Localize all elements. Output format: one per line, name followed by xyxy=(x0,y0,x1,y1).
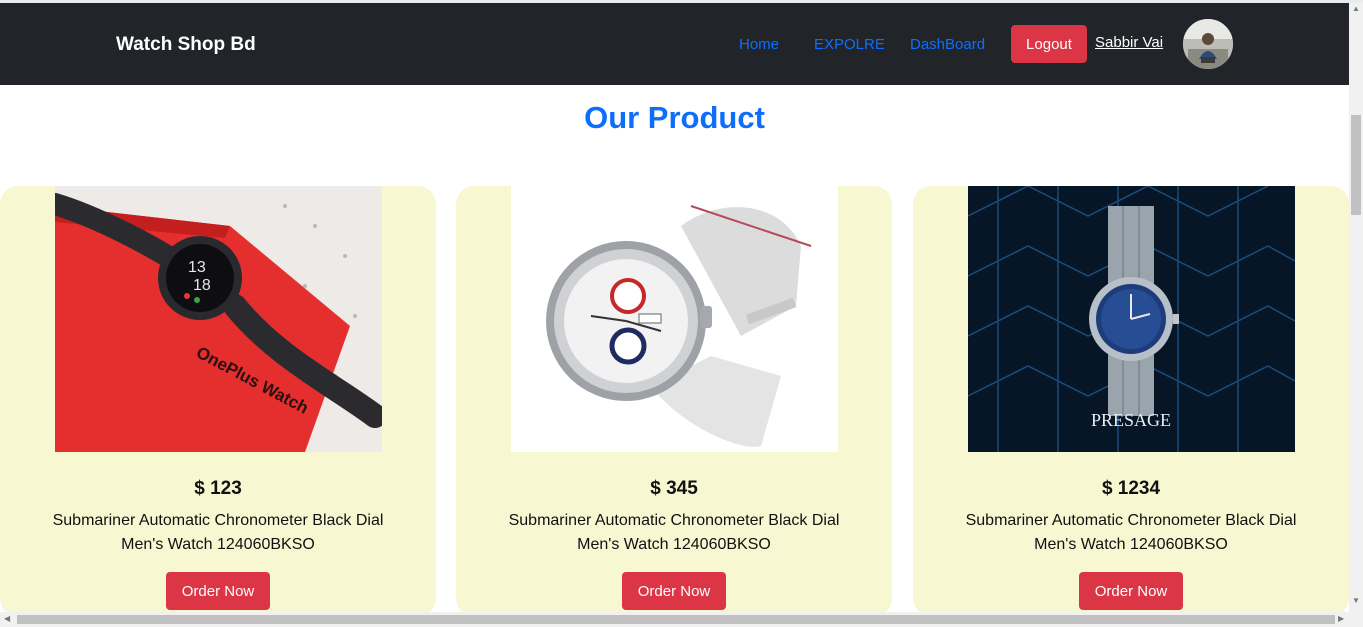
product-card: PRESAGE $ 1234 Submariner Automatic Chro… xyxy=(913,186,1349,616)
svg-text:18: 18 xyxy=(193,277,211,294)
product-description: Submariner Automatic Chronometer Black D… xyxy=(508,512,840,553)
scroll-down-icon[interactable]: ▼ xyxy=(1352,596,1360,605)
order-now-button[interactable]: Order Now xyxy=(1079,572,1183,610)
vertical-scroll-thumb[interactable] xyxy=(1351,115,1361,215)
scroll-right-icon[interactable]: ▶ xyxy=(1338,614,1344,623)
product-image[interactable]: 13 18 OnePlus Watch xyxy=(55,186,382,452)
scroll-up-icon[interactable]: ▲ xyxy=(1352,4,1360,13)
brand-logo[interactable]: Watch Shop Bd xyxy=(116,34,256,56)
nav-dashboard-link[interactable]: DashBoard xyxy=(910,36,985,53)
product-description: Submariner Automatic Chronometer Black D… xyxy=(965,512,1297,553)
horizontal-scroll-thumb[interactable] xyxy=(17,615,1335,624)
product-card: 13 18 OnePlus Watch $ 123 Submariner Aut… xyxy=(0,186,436,616)
user-name-link[interactable]: Sabbir Vai xyxy=(1095,34,1163,51)
navbar: Watch Shop Bd Home EXPOLRE DashBoard Log… xyxy=(0,3,1349,85)
product-description: Submariner Automatic Chronometer Black D… xyxy=(52,512,384,553)
avatar[interactable] xyxy=(1183,19,1233,69)
vertical-scrollbar[interactable]: ▲ ▼ xyxy=(1349,3,1363,612)
order-now-button[interactable]: Order Now xyxy=(166,572,270,610)
oneplus-watch-image: 13 18 OnePlus Watch xyxy=(55,186,382,452)
product-image[interactable]: PRESAGE xyxy=(968,186,1295,452)
nav-explore-link[interactable]: EXPOLRE xyxy=(814,36,885,53)
order-now-button[interactable]: Order Now xyxy=(622,572,726,610)
product-price: $ 1234 xyxy=(1101,478,1161,499)
horizontal-scrollbar[interactable]: ◀ ▶ xyxy=(0,612,1363,627)
galaxy-watch-image xyxy=(511,186,838,452)
presage-logo-text: PRESAGE xyxy=(1091,410,1171,430)
seiko-presage-image: PRESAGE xyxy=(968,186,1295,452)
page-title: Our Product xyxy=(584,100,765,135)
logout-button[interactable]: Logout xyxy=(1011,25,1087,63)
product-price: $ 345 xyxy=(650,478,698,499)
product-image[interactable] xyxy=(511,186,838,452)
product-card: $ 345 Submariner Automatic Chronometer B… xyxy=(456,186,892,616)
scroll-left-icon[interactable]: ◀ xyxy=(4,614,10,623)
app-window: Watch Shop Bd Home EXPOLRE DashBoard Log… xyxy=(0,0,1363,627)
avatar-image xyxy=(1183,19,1233,69)
nav-home-link[interactable]: Home xyxy=(739,36,779,53)
product-price: $ 123 xyxy=(194,478,242,499)
svg-text:13: 13 xyxy=(188,259,206,276)
